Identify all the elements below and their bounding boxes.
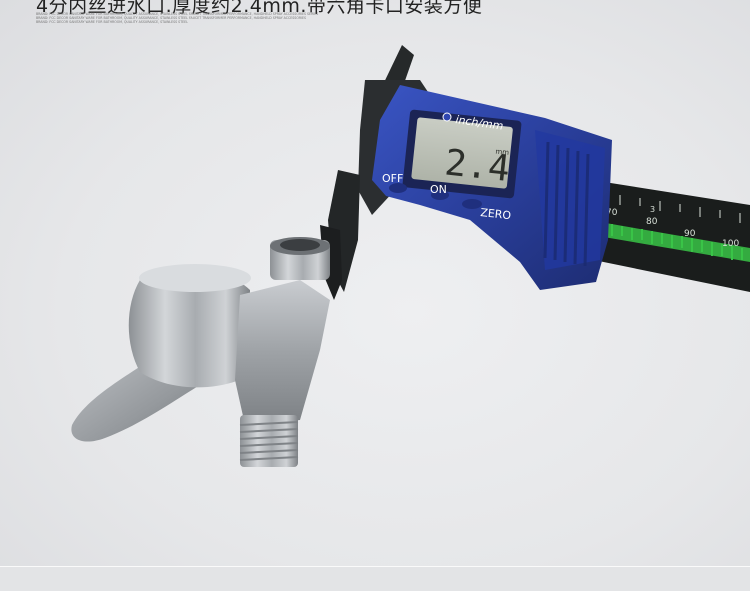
stainless-valve-icon <box>71 237 330 467</box>
bottom-divider <box>0 566 750 591</box>
unit-toggle-icon[interactable] <box>442 112 452 122</box>
scale-number: 90 <box>684 229 696 239</box>
scale-number: 80 <box>646 217 658 227</box>
threaded-outlet <box>239 415 299 467</box>
off-label: OFF <box>382 172 403 185</box>
lcd-unit: mm <box>495 148 510 157</box>
product-photo: 4分内丝进水口.厚度约2.4mm.带六角卡口安装方便 BRAND: FCC DE… <box>0 0 750 566</box>
zero-button[interactable] <box>462 199 482 209</box>
caliper-body: 2.4 mm inch/mm OFF ON ZERO <box>372 85 612 290</box>
on-label: ON <box>430 183 447 196</box>
scene: 70 80 90 100 3 2.4 mm inch/mm OFF ON ZER… <box>71 45 750 467</box>
scale-small-number: 3 <box>650 205 655 214</box>
scale-number: 100 <box>722 239 739 249</box>
